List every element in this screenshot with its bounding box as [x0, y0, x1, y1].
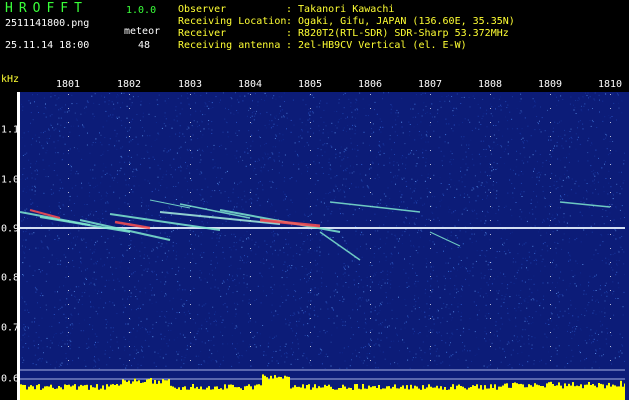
y-axis-unit: kHz — [1, 74, 20, 85]
plot-right-edge — [625, 92, 629, 400]
x-tick-1807: 1807 — [417, 79, 443, 90]
x-tick-1804: 1804 — [237, 79, 263, 90]
x-tick-1809: 1809 — [537, 79, 563, 90]
datetime: 25.11.14 18:00 — [5, 40, 90, 51]
info-value-location: : Ogaki, Gifu, JAPAN (136.60E, 35.35N) — [286, 16, 515, 27]
info-label-antenna: Receiving antenna — [178, 40, 281, 51]
x-tick-1803: 1803 — [177, 79, 203, 90]
info-label-location: Receiving Location — [178, 16, 287, 27]
x-tick-1801: 1801 — [55, 79, 81, 90]
info-value-antenna: : 2el-HB9CV Vertical (el. E-W) — [286, 40, 467, 51]
file-name: 2511141800.png — [5, 18, 90, 29]
signal-level-bars — [20, 374, 625, 400]
x-tick-1806: 1806 — [357, 79, 383, 90]
header-panel: HROFFT 1.0.0 2511141800.png meteor 25.11… — [0, 0, 629, 74]
x-tick-1802: 1802 — [116, 79, 142, 90]
info-label-observer: Observer — [178, 4, 227, 15]
app-name: HROFFT — [5, 1, 88, 16]
meteor-label: meteor — [124, 26, 161, 37]
info-value-receiver: : R820T2(RTL-SDR) SDR-Sharp 53.372MHz — [286, 28, 509, 39]
x-tick-1810: 1810 — [597, 79, 623, 90]
app-version: 1.0.0 — [126, 5, 157, 16]
spectrogram-plot — [20, 92, 625, 400]
noise-layer — [20, 92, 625, 369]
info-label-receiver: Receiver — [178, 28, 227, 39]
meteor-count: 48 — [138, 40, 151, 51]
x-tick-1808: 1808 — [477, 79, 503, 90]
spectrogram-svg — [20, 92, 625, 400]
x-tick-1805: 1805 — [297, 79, 323, 90]
info-value-observer: : Takanori Kawachi — [286, 4, 395, 15]
